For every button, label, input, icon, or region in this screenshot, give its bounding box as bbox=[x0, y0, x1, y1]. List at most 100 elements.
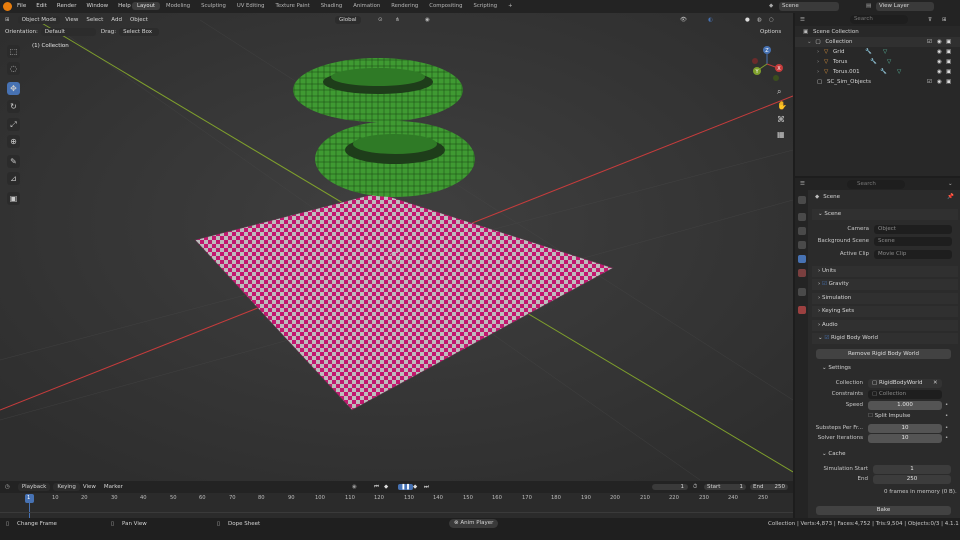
snap-icon[interactable]: ⋔ bbox=[395, 17, 400, 23]
view-layer-tab-icon[interactable] bbox=[798, 241, 806, 249]
cursor-tool-icon[interactable]: ◌ bbox=[7, 62, 20, 75]
tab-shading[interactable]: Shading bbox=[316, 2, 348, 10]
world-tab-icon[interactable] bbox=[798, 269, 806, 277]
properties-editor-icon[interactable]: ☰ bbox=[800, 181, 805, 187]
orientation-selector[interactable]: Default bbox=[40, 28, 96, 36]
tab-modeling[interactable]: Modeling bbox=[161, 2, 195, 10]
menu-file[interactable]: File bbox=[17, 3, 26, 9]
camera-icon[interactable]: ▣ bbox=[946, 37, 951, 47]
blender-logo-icon[interactable] bbox=[3, 2, 12, 11]
expand-icon[interactable]: › bbox=[817, 49, 819, 55]
visibility-icon[interactable]: 👁 bbox=[680, 17, 687, 23]
filter-icon[interactable]: ⊽ bbox=[928, 17, 932, 23]
jump-start-icon[interactable]: ⏮ bbox=[374, 484, 379, 491]
eye-icon[interactable]: ◉ bbox=[937, 67, 942, 77]
anim-player-button[interactable]: ⊗ Anim Player bbox=[449, 519, 499, 528]
perspective-toggle-icon[interactable]: ▦ bbox=[777, 130, 785, 139]
expand-icon[interactable]: ⌄ bbox=[807, 39, 812, 45]
eye-icon[interactable]: ◉ bbox=[937, 37, 942, 47]
navigation-gizmo[interactable]: Z X Y bbox=[750, 44, 784, 84]
pivot-icon[interactable]: ⊙ bbox=[378, 17, 383, 23]
camera-field[interactable]: Object bbox=[874, 225, 952, 234]
drag-selector[interactable]: Select Box bbox=[119, 28, 160, 36]
eye-icon[interactable]: ◉ bbox=[937, 47, 942, 57]
transform-tool-icon[interactable]: ⊕ bbox=[7, 135, 20, 148]
menu-add[interactable]: Add bbox=[111, 17, 122, 23]
scale-tool-icon[interactable]: ⤢ bbox=[7, 118, 20, 131]
3d-viewport[interactable] bbox=[0, 13, 793, 481]
add-workspace-button[interactable]: + bbox=[503, 2, 517, 10]
add-cube-tool-icon[interactable]: ▣ bbox=[7, 192, 20, 205]
panel-simulation[interactable]: › Simulation bbox=[812, 293, 958, 304]
scene-tab-icon[interactable] bbox=[798, 255, 806, 263]
stopwatch-icon[interactable]: ⏱ bbox=[693, 484, 697, 491]
rotate-tool-icon[interactable]: ↻ bbox=[7, 100, 20, 113]
panel-audio[interactable]: › Audio bbox=[812, 320, 958, 331]
end-frame-field[interactable]: End 250 bbox=[750, 484, 788, 490]
keyframe-dot-icon[interactable]: • bbox=[945, 402, 948, 408]
menu-window[interactable]: Window bbox=[86, 3, 108, 9]
start-frame-field[interactable]: Start 1 bbox=[704, 484, 746, 490]
measure-tool-icon[interactable]: ⊿ bbox=[7, 172, 20, 185]
shading-rendered-icon[interactable]: ○ bbox=[769, 17, 774, 23]
menu-help[interactable]: Help bbox=[118, 3, 131, 9]
sim-end-field[interactable]: 250 bbox=[873, 475, 951, 484]
pin-icon[interactable]: 📌 bbox=[947, 194, 954, 200]
editor-type-icon[interactable]: ⊞ bbox=[5, 17, 10, 23]
expand-icon[interactable]: › bbox=[817, 59, 819, 65]
proportional-edit-icon[interactable]: ◉ bbox=[425, 17, 430, 23]
subpanel-cache[interactable]: ⌄ Cache bbox=[822, 451, 845, 457]
collection-tab-icon[interactable] bbox=[798, 288, 806, 296]
view-layer-selector[interactable]: View Layer bbox=[876, 2, 934, 11]
eye-icon[interactable]: ◉ bbox=[937, 57, 942, 67]
overlays-icon[interactable]: ◐ bbox=[708, 17, 713, 23]
camera-icon[interactable]: ▣ bbox=[946, 77, 951, 87]
rbw-collection-field[interactable]: ▢ RigidBodyWorld bbox=[868, 379, 942, 388]
keying-menu[interactable]: Keying bbox=[53, 483, 80, 491]
torus-lower[interactable] bbox=[315, 121, 475, 197]
properties-options-icon[interactable]: ⌄ bbox=[948, 181, 953, 187]
timeline-scrollbar[interactable] bbox=[0, 512, 793, 513]
tab-animation[interactable]: Animation bbox=[348, 2, 385, 10]
tab-sculpting[interactable]: Sculpting bbox=[196, 2, 231, 10]
expand-icon[interactable]: › bbox=[817, 69, 819, 75]
properties-search[interactable]: Search bbox=[847, 179, 905, 189]
outliner-item-torus[interactable]: › ▽ Torus 🔧 ▽ ◉ ▣ bbox=[795, 57, 960, 67]
active-clip-field[interactable]: Movie Clip bbox=[874, 250, 952, 259]
marker-menu[interactable]: Marker bbox=[104, 484, 123, 490]
menu-object[interactable]: Object bbox=[130, 17, 148, 23]
tab-scripting[interactable]: Scripting bbox=[469, 2, 503, 10]
outliner-search[interactable]: Search bbox=[849, 15, 908, 24]
tab-layout[interactable]: Layout bbox=[132, 2, 161, 10]
timeline-view-menu[interactable]: View bbox=[83, 484, 96, 490]
background-scene-field[interactable]: Scene bbox=[874, 237, 952, 246]
menu-view[interactable]: View bbox=[65, 17, 78, 23]
options-menu[interactable]: Options bbox=[760, 29, 781, 35]
outliner-collection[interactable]: ⌄ ▢ Collection ☑ ◉ ▣ bbox=[795, 37, 960, 47]
solver-iterations-field[interactable]: 10 bbox=[868, 434, 942, 443]
new-collection-icon[interactable]: ⊞ bbox=[942, 17, 947, 23]
constraints-field[interactable]: ▢ Collection bbox=[868, 390, 942, 399]
outliner-item-grid[interactable]: › ▽ Grid 🔧 ▽ ◉ ▣ bbox=[795, 47, 960, 57]
texture-tab-icon[interactable] bbox=[798, 306, 806, 314]
next-keyframe-icon[interactable]: ◆ bbox=[413, 484, 417, 490]
tab-texture-paint[interactable]: Texture Paint bbox=[271, 2, 315, 10]
clear-collection-icon[interactable]: ✕ bbox=[933, 380, 938, 386]
subpanel-settings[interactable]: ⌄ Settings bbox=[822, 365, 851, 371]
gravity-checkbox[interactable]: ☑ bbox=[822, 281, 829, 287]
camera-icon[interactable]: ▣ bbox=[946, 57, 951, 67]
speed-field[interactable]: 1.000 bbox=[868, 401, 942, 410]
camera-icon[interactable]: ▣ bbox=[946, 47, 951, 57]
select-box-tool-icon[interactable]: ⬚ bbox=[7, 45, 20, 58]
tab-compositing[interactable]: Compositing bbox=[424, 2, 467, 10]
substeps-field[interactable]: 10 bbox=[868, 424, 942, 433]
sim-start-field[interactable]: 1 bbox=[873, 465, 951, 474]
outliner-item-torus-001[interactable]: › ▽ Torus.001 🔧 ▽ ◉ ▣ bbox=[795, 67, 960, 77]
timeline-editor-icon[interactable]: ◷ bbox=[5, 484, 10, 490]
keyframe-dot-icon[interactable]: • bbox=[945, 435, 948, 441]
tab-rendering[interactable]: Rendering bbox=[386, 2, 423, 10]
jump-end-icon[interactable]: ⏭ bbox=[424, 484, 429, 491]
keyframe-dot-icon[interactable]: • bbox=[945, 413, 948, 419]
bake-button[interactable]: Bake bbox=[816, 506, 951, 515]
shading-solid-icon[interactable]: ● bbox=[745, 17, 750, 23]
